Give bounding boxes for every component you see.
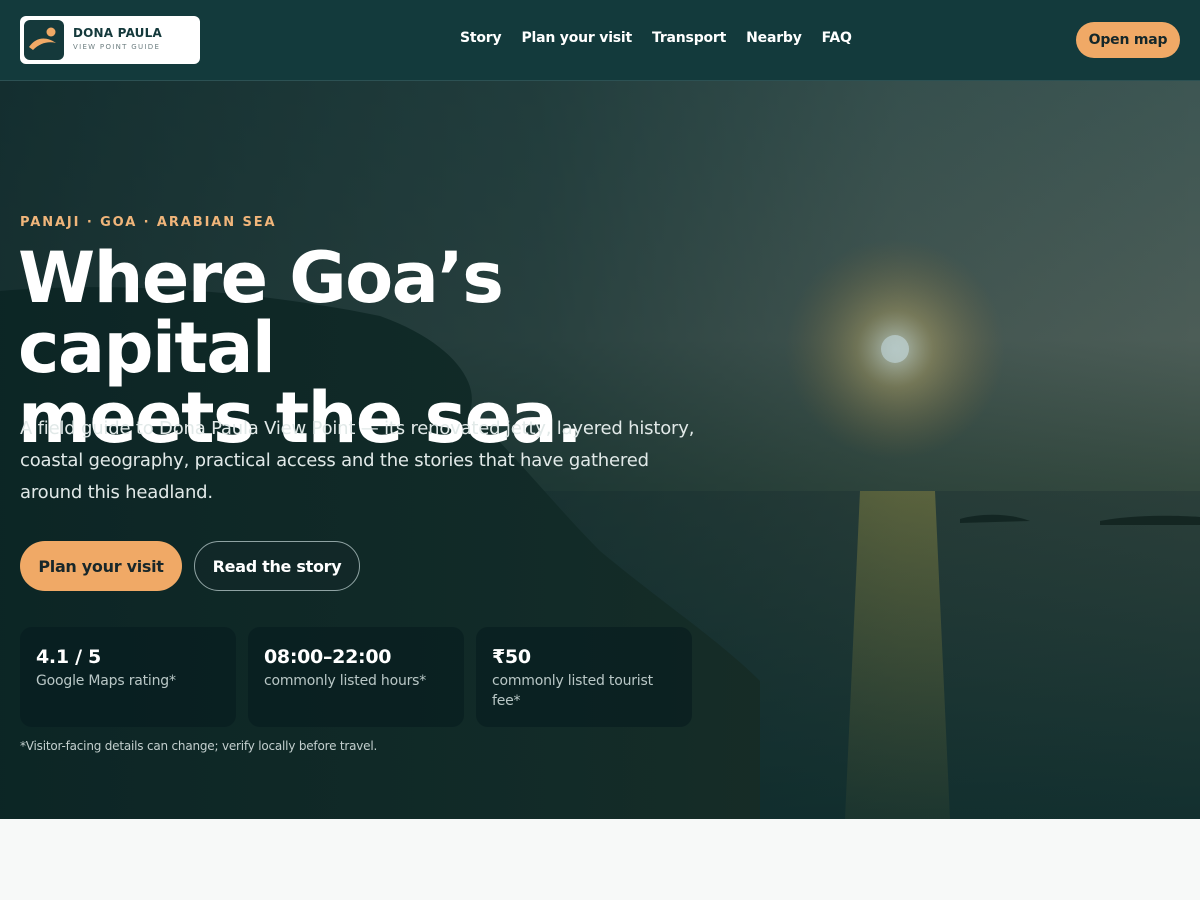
site-header: DONA PAULA VIEW POINT GUIDE Story Plan y… xyxy=(0,0,1200,81)
hero-disclaimer: *Visitor-facing details can change; veri… xyxy=(20,739,378,753)
stat-label: Google Maps rating* xyxy=(36,673,176,689)
hero-section: PANAJI · GOA · ARABIAN SEA Where Goa’s c… xyxy=(0,81,1200,819)
nav-item-story[interactable]: Story xyxy=(460,30,502,50)
nav-item-nearby[interactable]: Nearby xyxy=(746,30,802,50)
stat-card-hours: 08:00–22:00 commonly listed hours* xyxy=(248,627,464,727)
next-section xyxy=(0,819,1200,900)
hero-eyebrow: PANAJI · GOA · ARABIAN SEA xyxy=(20,215,277,230)
brand-subtitle: VIEW POINT GUIDE xyxy=(73,43,161,51)
brand-logo[interactable]: DONA PAULA VIEW POINT GUIDE xyxy=(20,16,200,64)
stat-label: commonly listed hours* xyxy=(264,673,427,689)
stat-value: ₹50 xyxy=(492,646,531,668)
brand-title: DONA PAULA xyxy=(73,26,162,40)
nav-item-faq[interactable]: FAQ xyxy=(822,30,852,50)
hero-lede: A field guide to Dona Paula View Point —… xyxy=(20,418,695,503)
read-the-story-button[interactable]: Read the story xyxy=(194,541,360,591)
stat-label: commonly listed tourist fee* xyxy=(492,673,653,709)
stat-value: 08:00–22:00 xyxy=(264,646,392,668)
stat-card-rating: 4.1 / 5 Google Maps rating* xyxy=(20,627,236,727)
main-nav: Story Plan your visit Transport Nearby F… xyxy=(460,30,852,50)
stat-value: 4.1 / 5 xyxy=(36,646,101,668)
sunset-wave-icon xyxy=(24,20,64,60)
stat-card-fee: ₹50 commonly listed tourist fee* xyxy=(476,627,692,727)
plan-your-visit-button[interactable]: Plan your visit xyxy=(20,541,182,591)
open-map-button[interactable]: Open map xyxy=(1076,22,1180,58)
hero-headline-line-1: Where Goa’s capital xyxy=(18,237,504,389)
nav-item-plan-your-visit[interactable]: Plan your visit xyxy=(521,30,632,50)
nav-item-transport[interactable]: Transport xyxy=(652,30,726,50)
